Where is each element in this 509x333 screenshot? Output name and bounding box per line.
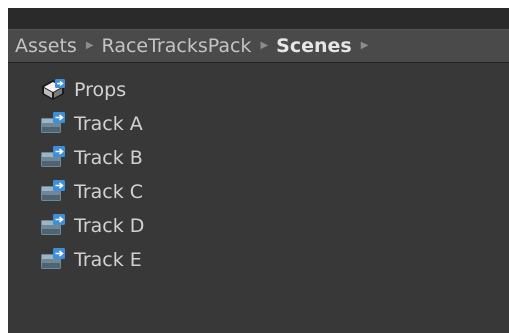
breadcrumb-item-assets[interactable]: Assets [15,35,77,57]
scene-icon [40,112,66,136]
scene-icon [40,214,66,238]
asset-item-track-b[interactable]: Track B [40,143,143,173]
scene-icon [40,146,66,170]
asset-list: Props Track A Track B Track C Track D Tr… [8,63,509,333]
asset-label: Track B [74,147,143,169]
asset-label: Track C [74,181,144,203]
scene-icon [40,180,66,204]
asset-label: Props [74,79,127,101]
asset-item-track-a[interactable]: Track A [40,109,143,139]
project-window: Assets ▶ RaceTracksPack ▶ Scenes ▶ Props [8,8,509,333]
asset-label: Track D [74,215,145,237]
breadcrumb-separator-icon: ▶ [260,40,269,51]
breadcrumb-item-scenes[interactable]: Scenes [276,35,352,57]
project-toolbar [8,8,509,29]
breadcrumb: Assets ▶ RaceTracksPack ▶ Scenes ▶ [8,29,509,63]
asset-label: Track A [74,113,143,135]
breadcrumb-item-racetrackspack[interactable]: RaceTracksPack [102,35,252,57]
breadcrumb-separator-icon: ▶ [85,40,94,51]
asset-item-props[interactable]: Props [40,75,126,105]
breadcrumb-dropdown-icon[interactable]: ▶ [361,41,369,51]
asset-item-track-c[interactable]: Track C [40,177,143,207]
asset-item-track-d[interactable]: Track D [40,211,144,241]
asset-item-track-e[interactable]: Track E [40,245,142,275]
scene-icon [40,248,66,272]
asset-label: Track E [74,249,142,271]
prefab-icon [40,78,66,102]
